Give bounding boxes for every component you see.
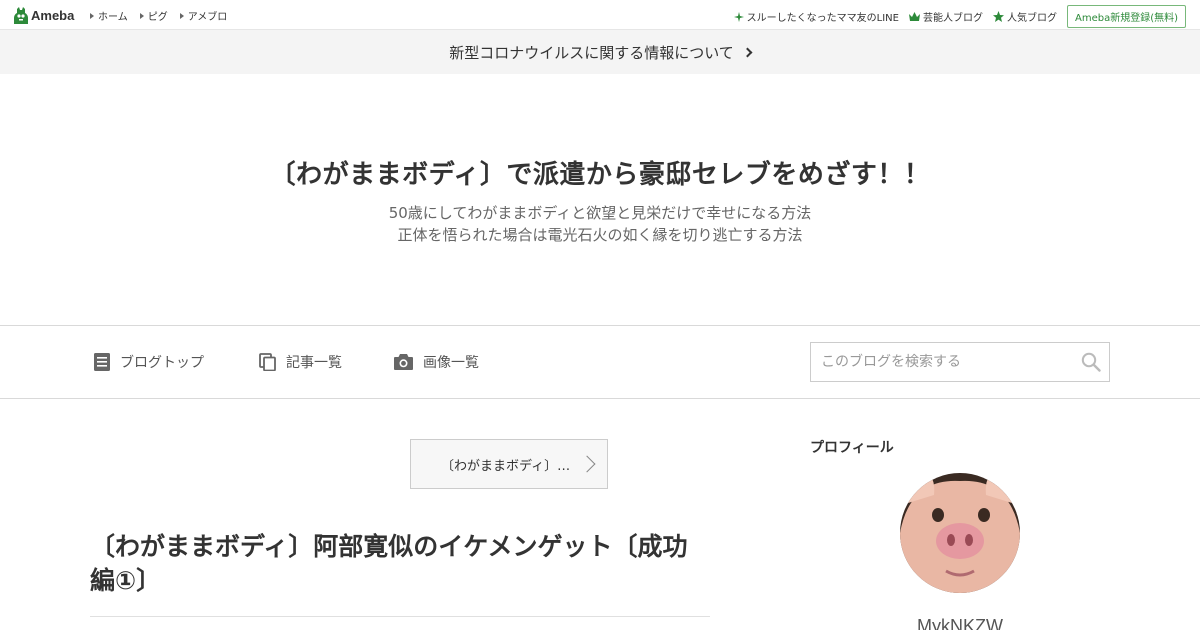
link-label: 芸能人ブログ — [922, 13, 983, 24]
entry-divider — [90, 616, 710, 617]
logo-text: Ameba — [31, 7, 75, 23]
link-label: スルーしたくなったママ友のLINE — [746, 13, 899, 24]
nav-entry-list[interactable]: 記事一覧 — [259, 352, 342, 372]
chevron-right-icon — [742, 47, 753, 57]
covid-notice-bar[interactable]: 新型コロナウイルスに関する情報について — [0, 30, 1200, 74]
caret-right-icon — [90, 12, 94, 19]
blog-search-input[interactable] — [811, 343, 1071, 381]
star-icon — [992, 11, 1004, 22]
profile-username[interactable]: MykNKZW — [810, 616, 1110, 630]
copy-icon — [259, 353, 276, 371]
chevron-right-icon — [578, 455, 596, 473]
blog-description-line: 正体を悟られた場合は電光石火の如く縁を切り逃亡する方法 — [397, 226, 803, 244]
global-nav-home[interactable]: ホーム — [90, 8, 128, 23]
entry-title[interactable]: 〔わがままボディ〕阿部寛似のイケメンゲット〔成功編①〕 — [90, 530, 710, 598]
theme-link-button[interactable]: 〔わがままボディ〕… — [410, 439, 608, 489]
crown-icon — [908, 12, 920, 21]
theme-label: 〔わがままボディ〕… — [441, 458, 571, 474]
caret-right-icon — [179, 12, 184, 19]
document-icon — [94, 353, 110, 371]
sparkle-icon — [733, 11, 744, 22]
blog-description: 50歳にしてわがままボディと欲望と見栄だけで幸せになる方法 正体を悟られた場合は… — [0, 202, 1200, 246]
notice-text: 新型コロナウイルスに関する情報について — [449, 43, 734, 62]
blog-title[interactable]: 〔わがままボディ〕で派遣から豪邸セレブをめざす！！ — [0, 154, 1200, 191]
avatar[interactable] — [900, 473, 1020, 593]
search-icon[interactable] — [1081, 352, 1101, 372]
link-mama-line[interactable]: スルーしたくなったママ友のLINE — [733, 9, 899, 24]
global-right-links: スルーしたくなったママ友のLINE 芸能人ブログ 人気ブログ Ameba新規登録… — [733, 5, 1186, 28]
nav-label: 記事一覧 — [286, 355, 342, 371]
global-nav-label: ピグ — [147, 12, 168, 23]
global-nav-pigg[interactable]: ピグ — [139, 8, 168, 23]
blog-header: 〔わがままボディ〕で派遣から豪邸セレブをめざす！！ 50歳にしてわがままボディと… — [0, 74, 1200, 325]
ameba-logo[interactable]: Ameba — [14, 6, 74, 24]
caret-right-icon — [139, 12, 144, 19]
nav-blog-top[interactable]: ブログトップ — [94, 352, 204, 372]
link-popular-blog[interactable]: 人気ブログ — [992, 9, 1057, 24]
nav-label: 画像一覧 — [423, 355, 479, 371]
pig-avatar-image — [900, 473, 1020, 593]
link-celebrity-blog[interactable]: 芸能人ブログ — [908, 9, 983, 24]
global-nav: ホーム ピグ アメブロ — [90, 8, 239, 23]
nav-label: ブログトップ — [120, 355, 204, 371]
blog-nav-bar: ブログトップ 記事一覧 画像一覧 — [0, 325, 1200, 399]
global-header: Ameba ホーム ピグ アメブロ スルーしたくなったママ友のLINE 芸能人ブ… — [0, 0, 1200, 30]
global-nav-ameblo[interactable]: アメブロ — [179, 8, 228, 23]
profile-heading: プロフィール — [810, 440, 894, 456]
global-nav-label: ホーム — [98, 12, 128, 23]
blog-description-line: 50歳にしてわがままボディと欲望と見栄だけで幸せになる方法 — [388, 204, 812, 222]
link-label: 人気ブログ — [1006, 13, 1057, 24]
nav-image-list[interactable]: 画像一覧 — [394, 352, 479, 372]
global-nav-label: アメブロ — [187, 12, 228, 23]
ameba-logo-icon — [14, 6, 28, 24]
camera-icon — [394, 354, 413, 370]
register-button[interactable]: Ameba新規登録(無料) — [1066, 5, 1186, 28]
blog-search-box — [810, 342, 1110, 382]
